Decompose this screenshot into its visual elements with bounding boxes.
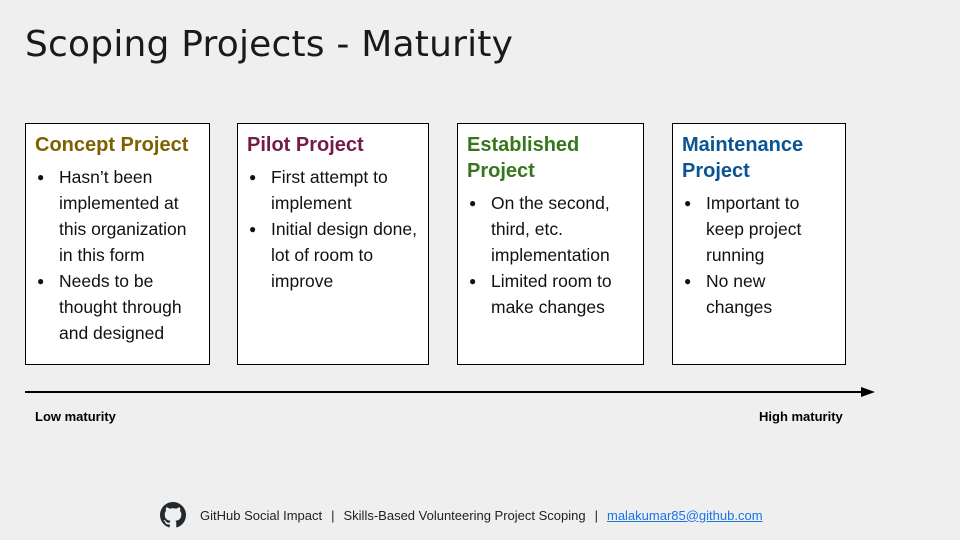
bullet-item: First attempt to implement — [247, 164, 419, 216]
established-project-bullets: On the second, third, etc. implementatio… — [467, 190, 634, 320]
established-project-card: Established Project On the second, third… — [457, 123, 644, 365]
concept-project-card: Concept Project Hasn’t been implemented … — [25, 123, 210, 365]
bullet-item: Important to keep project running — [682, 190, 836, 268]
low-maturity-label: Low maturity — [35, 409, 116, 424]
maintenance-project-title: Maintenance Project — [682, 134, 804, 182]
bullet-item: Needs to be thought through and designed — [35, 268, 200, 346]
github-icon — [160, 502, 186, 528]
slide-title: Scoping Projects - Maturity — [25, 24, 514, 65]
established-project-title: Established Project — [467, 134, 580, 182]
bullet-item: Limited room to make changes — [467, 268, 634, 320]
bullet-item: On the second, third, etc. implementatio… — [467, 190, 634, 268]
maintenance-project-bullets: Important to keep project running No new… — [682, 190, 836, 320]
concept-project-title: Concept Project — [35, 134, 189, 156]
pilot-project-card: Pilot Project First attempt to implement… — [237, 123, 429, 365]
maintenance-project-card: Maintenance Project Important to keep pr… — [672, 123, 846, 365]
bullet-item: Hasn’t been implemented at this organiza… — [35, 164, 200, 268]
pilot-project-bullets: First attempt to implement Initial desig… — [247, 164, 419, 294]
footer-subtitle: Skills-Based Volunteering Project Scopin… — [343, 507, 586, 523]
footer-separator: | — [594, 507, 598, 523]
concept-project-bullets: Hasn’t been implemented at this organiza… — [35, 164, 200, 346]
footer-org: GitHub Social Impact — [200, 507, 323, 523]
pilot-project-title: Pilot Project — [247, 134, 364, 156]
footer-separator: | — [331, 507, 335, 523]
footer: GitHub Social Impact | Skills-Based Volu… — [160, 501, 763, 529]
bullet-item: Initial design done, lot of room to impr… — [247, 216, 419, 294]
high-maturity-label: High maturity — [759, 409, 843, 424]
footer-email-link[interactable]: malakumar85@github.com — [607, 508, 763, 523]
bullet-item: No new changes — [682, 268, 836, 320]
arrow-head-icon — [861, 387, 875, 397]
maturity-axis-arrow — [25, 387, 875, 397]
